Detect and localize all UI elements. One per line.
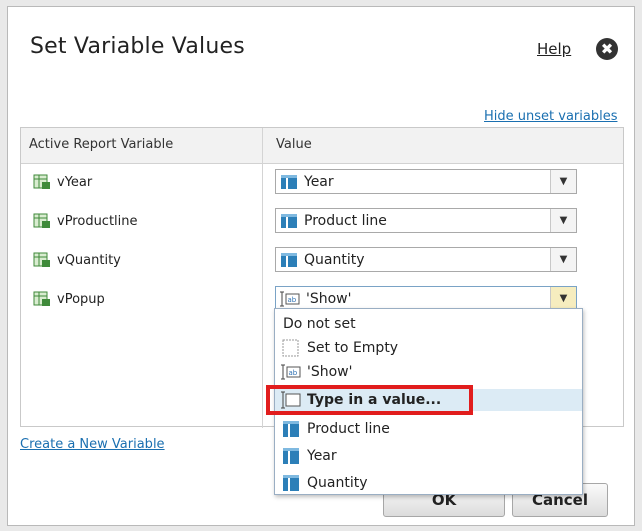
option-product-line[interactable]: Product line (275, 418, 582, 440)
close-icon[interactable]: ✖ (596, 38, 618, 60)
variable-icon (33, 174, 50, 189)
variable-name: vYear (57, 174, 93, 190)
value-select[interactable]: Product line ▼ (275, 208, 577, 233)
option-do-not-set[interactable]: Do not set (275, 313, 582, 335)
option-quantity[interactable]: Quantity (275, 472, 582, 494)
select-value: Year (304, 173, 334, 190)
chevron-down-icon[interactable]: ▼ (550, 248, 576, 271)
option-label: Year (307, 448, 337, 464)
text-value-icon: ab (281, 364, 301, 380)
field-icon (283, 448, 299, 464)
select-value: 'Show' (306, 290, 352, 307)
create-new-variable-link[interactable]: Create a New Variable (20, 437, 165, 452)
field-icon (281, 174, 297, 189)
variable-cell: vQuantity (33, 252, 121, 268)
variable-name: vQuantity (57, 252, 121, 268)
table-header: Active Report Variable Value (21, 128, 623, 164)
chevron-down-icon[interactable]: ▼ (550, 287, 576, 310)
option-label: Quantity (307, 475, 368, 491)
hide-unset-variables-link[interactable]: Hide unset variables (484, 109, 617, 124)
select-value: Product line (304, 212, 387, 229)
column-header-variable: Active Report Variable (29, 137, 174, 152)
table-row: vQuantity Quantity ▼ (21, 243, 623, 281)
table-row: vYear Year ▼ (21, 165, 623, 203)
variable-icon (33, 252, 50, 267)
field-icon (281, 213, 297, 228)
option-label: Do not set (283, 316, 356, 332)
option-show[interactable]: ab 'Show' (275, 361, 582, 383)
help-link[interactable]: Help (537, 40, 571, 58)
table-row: vProductline Product line ▼ (21, 204, 623, 242)
column-header-value: Value (276, 137, 312, 152)
field-icon (283, 421, 299, 437)
variable-cell: vProductline (33, 213, 138, 229)
variable-cell: vPopup (33, 291, 105, 307)
option-year[interactable]: Year (275, 445, 582, 467)
value-select[interactable]: Quantity ▼ (275, 247, 577, 272)
variable-name: vProductline (57, 213, 138, 229)
option-type-in-a-value[interactable]: Type in a value... (275, 389, 582, 411)
variable-icon (33, 291, 50, 306)
field-icon (283, 475, 299, 491)
field-icon (281, 252, 297, 267)
option-label: Set to Empty (307, 340, 399, 356)
svg-text:ab: ab (289, 369, 298, 377)
variable-name: vPopup (57, 291, 105, 307)
option-label: Product line (307, 421, 390, 437)
option-label: 'Show' (307, 364, 353, 380)
type-value-icon (281, 391, 301, 409)
value-dropdown-list: Do not set Set to Empty ab 'Show' Type i… (274, 308, 583, 495)
option-label: Type in a value... (307, 392, 442, 408)
dialog-title: Set Variable Values (30, 34, 245, 59)
chevron-down-icon[interactable]: ▼ (550, 209, 576, 232)
option-set-to-empty[interactable]: Set to Empty (275, 337, 582, 359)
variable-cell: vYear (33, 174, 92, 190)
variable-icon (33, 213, 50, 228)
svg-text:ab: ab (288, 296, 297, 304)
value-select[interactable]: Year ▼ (275, 169, 577, 194)
select-value: Quantity (304, 251, 365, 268)
text-value-icon: ab (280, 291, 300, 306)
empty-icon (282, 339, 299, 357)
chevron-down-icon[interactable]: ▼ (550, 170, 576, 193)
